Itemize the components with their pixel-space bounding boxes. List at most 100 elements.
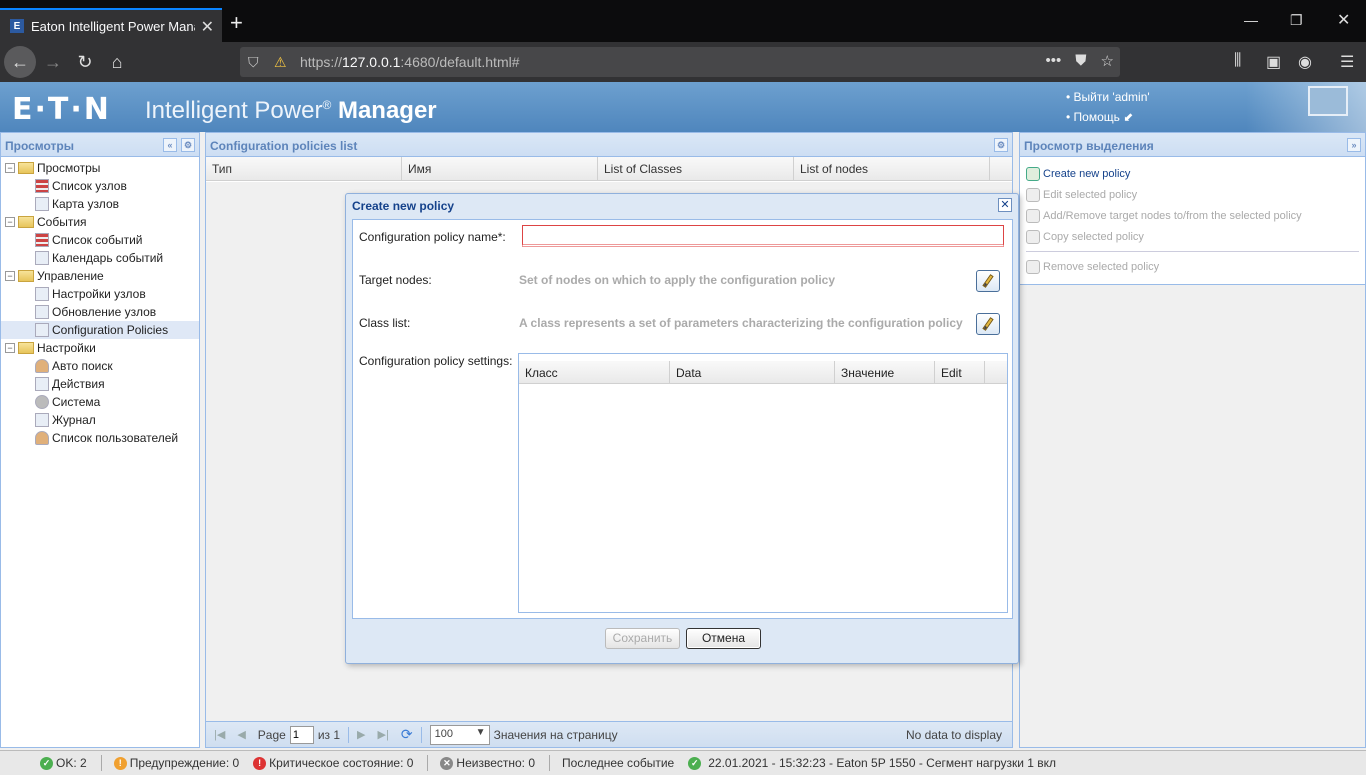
remove-policy-action[interactable]: Remove selected policy [1026, 256, 1359, 277]
bookmark-star-icon[interactable]: ☆ [1101, 52, 1114, 70]
tree-folder[interactable]: − События [1, 213, 199, 231]
tree-item[interactable]: Авто поиск [1, 357, 199, 375]
column-edit[interactable]: Edit [935, 361, 985, 383]
create-policy-action[interactable]: Create new policy [1026, 163, 1359, 184]
panel-settings-icon[interactable]: ⚙ [994, 138, 1008, 152]
pager: |◀ ◀ Page из 1 ▶ ▶| ⟳ 100▼ Значения на с… [206, 721, 1012, 747]
tree-item-label: Действия [52, 377, 105, 391]
url-bar[interactable]: ⛉ ⚠ https://127.0.0.1:4680/default.html#… [240, 47, 1120, 77]
browser-tab[interactable]: E Eaton Intelligent Power Manager ✕ [0, 8, 222, 42]
copy-policy-icon [1026, 229, 1040, 244]
edit-target-nodes-button[interactable] [976, 270, 1000, 292]
column-type[interactable]: Тип [206, 157, 402, 180]
column-nodes[interactable]: List of nodes [794, 157, 990, 180]
tree-folder[interactable]: − Просмотры [1, 159, 199, 177]
tree-folder[interactable]: − Управление [1, 267, 199, 285]
url-text: https://127.0.0.1:4680/default.html# [300, 54, 520, 70]
tree-item[interactable]: Список событий [1, 231, 199, 249]
new-tab-icon[interactable]: + [230, 12, 243, 34]
copy-policy-action[interactable]: Copy selected policy [1026, 226, 1359, 247]
target-nodes-action[interactable]: Add/Remove target nodes to/from the sele… [1026, 205, 1359, 226]
pocket-icon[interactable]: ⛊ [1075, 52, 1086, 70]
tree-item[interactable]: Список пользователей [1, 429, 199, 447]
collapse-icon[interactable]: − [5, 163, 15, 173]
collapse-icon[interactable]: − [5, 271, 15, 281]
tree-item-label: Управление [37, 269, 104, 283]
cancel-button[interactable]: Отмена [686, 628, 761, 649]
tree-item[interactable]: Настройки узлов [1, 285, 199, 303]
first-page-icon[interactable]: |◀ [214, 728, 225, 741]
create-policy-icon [1026, 166, 1040, 181]
tree-item[interactable]: Система [1, 393, 199, 411]
folder-icon [18, 162, 34, 174]
close-tab-icon[interactable]: ✕ [201, 17, 214, 37]
menu-icon[interactable]: ☰ [1340, 52, 1354, 72]
prev-page-icon[interactable]: ◀ [237, 728, 245, 741]
tree-item[interactable]: Обновление узлов [1, 303, 199, 321]
reload-icon[interactable]: ↻ [72, 49, 98, 75]
close-icon[interactable]: ✕ [998, 198, 1012, 212]
collapse-right-icon[interactable]: » [1347, 138, 1361, 152]
column-name[interactable]: Имя [402, 157, 598, 180]
browser-tabbar: E Eaton Intelligent Power Manager ✕ + — … [0, 0, 1366, 42]
save-button[interactable]: Сохранить [605, 628, 680, 649]
column-value[interactable]: Значение [835, 361, 935, 383]
edit-class-list-button[interactable] [976, 313, 1000, 335]
collapse-icon[interactable]: − [5, 217, 15, 227]
network-graphic [1246, 82, 1366, 132]
page-label: Page [257, 727, 286, 742]
edit-policy-action[interactable]: Edit selected policy [1026, 184, 1359, 205]
policy-icon [35, 323, 49, 337]
back-icon[interactable]: ← [4, 46, 36, 78]
list-icon [35, 179, 49, 193]
account-icon[interactable]: ◉ [1298, 52, 1312, 72]
tree-item[interactable]: Configuration Policies [1, 321, 199, 339]
column-data[interactable]: Data [670, 361, 835, 383]
logout-link[interactable]: • Выйти 'admin' [1066, 87, 1150, 107]
collapse-icon[interactable]: − [5, 343, 15, 353]
panel-settings-icon[interactable]: ⚙ [181, 138, 195, 152]
target-nodes-icon [1026, 208, 1040, 223]
insecure-lock-icon[interactable]: ⚠ [274, 54, 290, 71]
tree-item[interactable]: Журнал [1, 411, 199, 429]
tree-item[interactable]: Список узлов [1, 177, 199, 195]
remove-policy-icon [1026, 259, 1040, 274]
app-title: Intelligent Power® Manager [145, 97, 437, 124]
page-size-select[interactable]: 100 ▼ [429, 724, 490, 745]
actions-icon [35, 377, 49, 391]
forward-icon[interactable]: → [40, 49, 66, 75]
tree-item-label: Просмотры [37, 161, 101, 175]
close-window-icon[interactable]: ✕ [1337, 10, 1350, 30]
next-page-icon[interactable]: ▶ [357, 728, 365, 741]
tab-title: Eaton Intelligent Power Manager [31, 18, 195, 34]
tree-item[interactable]: Календарь событий [1, 249, 199, 267]
help-link[interactable]: • Помощь ⬋ [1066, 107, 1150, 127]
class-list-label: Class list: [359, 316, 411, 330]
status-bar: ✓ OK: 2 ! Предупреждение: 0 ! Критическое с… [0, 750, 1366, 775]
home-icon[interactable]: ⌂ [104, 49, 130, 75]
eaton-logo: E·T·N [12, 92, 111, 127]
tree-folder[interactable]: − Настройки [1, 339, 199, 357]
page-input[interactable] [289, 725, 314, 744]
class-list-hint: A class represents a set of parameters c… [519, 316, 963, 330]
column-classes[interactable]: List of Classes [598, 157, 794, 180]
minimize-icon[interactable]: — [1244, 12, 1258, 28]
tree-item[interactable]: Действия [1, 375, 199, 393]
shield-icon[interactable]: ⛉ [248, 54, 264, 71]
user-icon [35, 431, 49, 445]
library-icon[interactable]: ⫼ [1234, 52, 1241, 70]
last-page-icon[interactable]: ▶| [378, 728, 389, 741]
help-icon: ⬋ [1123, 110, 1134, 124]
collapse-left-icon[interactable]: « [163, 138, 177, 152]
sidebar-icon[interactable]: ▣ [1266, 52, 1281, 72]
tree-item[interactable]: Карта узлов [1, 195, 199, 213]
restore-icon[interactable]: ❐ [1290, 12, 1303, 29]
page-actions-icon[interactable]: ••• [1046, 52, 1062, 70]
calendar-icon [35, 251, 49, 265]
unknown-icon: ✕ [440, 756, 454, 770]
target-nodes-label: Target nodes: [359, 273, 432, 287]
column-class[interactable]: Класс [519, 361, 670, 383]
policy-name-input[interactable] [522, 225, 1004, 247]
monitor-icon [1308, 86, 1348, 116]
refresh-icon[interactable]: ⟳ [401, 726, 413, 743]
